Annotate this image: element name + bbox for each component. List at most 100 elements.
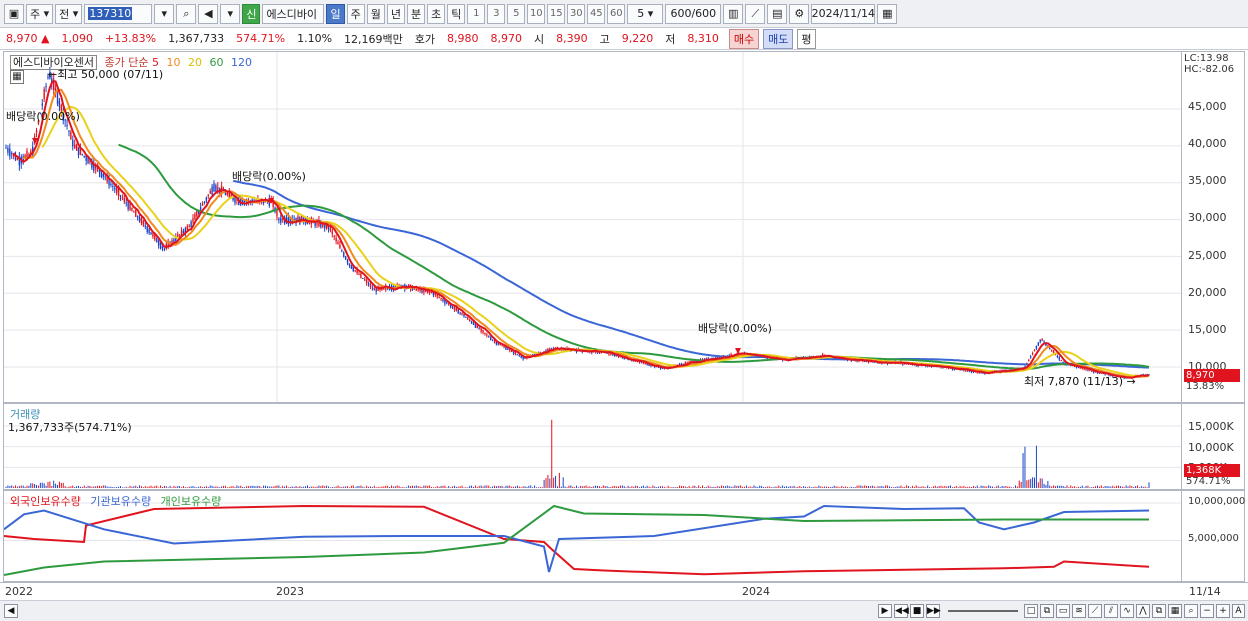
candle-body	[451, 306, 454, 308]
line-tool-icon[interactable]: ⟋	[745, 3, 766, 24]
candle-body	[73, 144, 76, 148]
search-icon[interactable]: ⌕	[176, 3, 197, 24]
save-icon[interactable]: ▤	[767, 3, 788, 24]
trend-icon[interactable]: ⟋	[1088, 604, 1102, 618]
tab-tick[interactable]: 틱	[447, 3, 466, 24]
candle-body	[516, 354, 519, 356]
layout-icon[interactable]: ▦	[1168, 604, 1182, 618]
speaker-icon[interactable]: ◀	[198, 3, 219, 24]
zoom-icon[interactable]: ⌕	[1184, 604, 1198, 618]
scroll-right-icon[interactable]: ▶	[878, 604, 892, 618]
tab-month[interactable]: 월	[366, 3, 385, 24]
sell-button[interactable]: 매도	[763, 28, 794, 49]
gear-icon[interactable]: ⚙	[789, 3, 810, 24]
candle-body	[1041, 339, 1043, 341]
tab-week[interactable]: 주	[346, 3, 365, 24]
pattern-icon[interactable]: ⋀	[1136, 604, 1150, 618]
volume-chart-panel[interactable]: 거래량 1,367,733주(574.71%)	[3, 403, 1182, 490]
candle-body	[156, 238, 158, 243]
candle-body	[196, 210, 198, 217]
candle-body	[1029, 356, 1032, 358]
candle-body	[486, 334, 488, 336]
interval-15[interactable]: 15	[547, 3, 566, 24]
current-price: 8,970 ▲	[6, 32, 50, 45]
interval-30[interactable]: 30	[567, 3, 586, 24]
scroll-left-icon[interactable]: ◀	[4, 604, 18, 618]
window-icon[interactable]: ▣	[4, 3, 24, 24]
fib-icon[interactable]: ≋	[1072, 604, 1086, 618]
tab-year[interactable]: 년	[386, 3, 405, 24]
interval-45[interactable]: 45	[587, 3, 606, 24]
y-tick-40000: 40,000	[1188, 137, 1227, 150]
volume-sub: 1,367,733주(574.71%)	[8, 421, 132, 434]
draw-rect-icon[interactable]: □	[1024, 604, 1038, 618]
candle-body	[323, 224, 326, 228]
draw-box-icon[interactable]: ▭	[1056, 604, 1070, 618]
vol-tick-15000k: 15,000K	[1188, 420, 1234, 433]
draw-copy-icon[interactable]: ⧉	[1040, 604, 1054, 618]
candle-body	[163, 248, 166, 250]
data-count-input[interactable]: 600/600	[665, 3, 722, 24]
interval-3[interactable]: 3	[487, 3, 506, 24]
candle-body	[121, 197, 124, 199]
chart-type-icon[interactable]: ▥	[723, 3, 744, 24]
speaker-dropdown-icon[interactable]: ▾	[220, 3, 241, 24]
channel-icon[interactable]: ⫽	[1104, 604, 1118, 618]
eval-button[interactable]: 평	[797, 28, 816, 49]
interval-60[interactable]: 60	[607, 3, 626, 24]
candle-body	[125, 202, 127, 204]
stop-icon[interactable]: ■	[910, 604, 924, 618]
rewind-icon[interactable]: ◀◀	[894, 604, 909, 618]
price-chart-svg	[4, 52, 1181, 402]
price-chart-panel[interactable]: 에스디바이오센서 종가 단순 5 10 20 60 120 ▦ ←최고 50,0…	[3, 51, 1182, 403]
interval-5[interactable]: 5	[507, 3, 526, 24]
candle-body	[488, 336, 490, 338]
zoom-slider[interactable]	[948, 610, 1018, 612]
copy-icon[interactable]: ⧉	[1152, 604, 1166, 618]
calendar-icon[interactable]: ▦	[877, 3, 898, 24]
candle-body	[640, 362, 643, 364]
date-input[interactable]: 2024/11/14	[811, 3, 876, 24]
count-select-value: 5	[637, 7, 645, 20]
ma20-label: 20	[187, 56, 202, 69]
candle-body	[144, 225, 146, 227]
tab-day[interactable]: 일	[326, 3, 345, 24]
period-main-select[interactable]: 주 ▾	[26, 3, 54, 24]
x-label-last: 11/14	[1189, 585, 1221, 598]
bottom-toolbar: ◀ ▶ ◀◀ ■ ▶▶ □ ⧉ ▭ ≋ ⟋ ⫽ ∿ ⋀ ⧉ ▦ ⌕ − + A	[0, 600, 1248, 621]
candle-body	[110, 183, 112, 185]
zoom-out-icon[interactable]: −	[1200, 604, 1214, 618]
stock-code-input[interactable]: 137310	[84, 3, 153, 24]
candle-body	[1031, 353, 1034, 355]
wave-icon[interactable]: ∿	[1120, 604, 1134, 618]
holdings-scale: 10,000,000 5,000,000	[1182, 490, 1245, 582]
zoom-in-icon[interactable]: +	[1216, 604, 1230, 618]
interval-1[interactable]: 1	[467, 3, 486, 24]
candle-body	[468, 320, 471, 322]
buy-button[interactable]: 매수	[728, 28, 760, 49]
stock-name-field[interactable]: 에스디바이	[262, 3, 325, 24]
holdings-chart-panel[interactable]: 외국인보유수량 기관보유수량 개인보유수량	[3, 490, 1182, 582]
candle-body	[199, 207, 202, 210]
table-icon[interactable]: ▦	[10, 70, 24, 84]
tab-minute[interactable]: 분	[406, 3, 426, 24]
candle-body	[186, 226, 188, 230]
candle-body	[171, 240, 173, 244]
tab-second[interactable]: 초	[427, 3, 446, 24]
code-dropdown-icon[interactable]: ▾	[154, 3, 175, 24]
candle-body	[127, 202, 129, 210]
interval-10[interactable]: 10	[527, 3, 546, 24]
candle-body	[470, 321, 473, 324]
candle-body	[136, 216, 139, 218]
text-tool-icon[interactable]: A	[1232, 604, 1245, 618]
fast-forward-icon[interactable]: ▶▶	[926, 604, 941, 618]
count-select[interactable]: 5 ▾	[627, 3, 664, 24]
y-tick-25000: 25,000	[1188, 249, 1227, 262]
foreign-label: 외국인보유수량	[10, 495, 81, 508]
new-badge[interactable]: 신	[242, 3, 261, 24]
period-prev-select[interactable]: 전 ▾	[55, 3, 83, 24]
candle-body	[337, 242, 339, 245]
candle-body	[213, 183, 215, 192]
candle-body	[152, 233, 154, 237]
candle-body	[335, 238, 337, 242]
